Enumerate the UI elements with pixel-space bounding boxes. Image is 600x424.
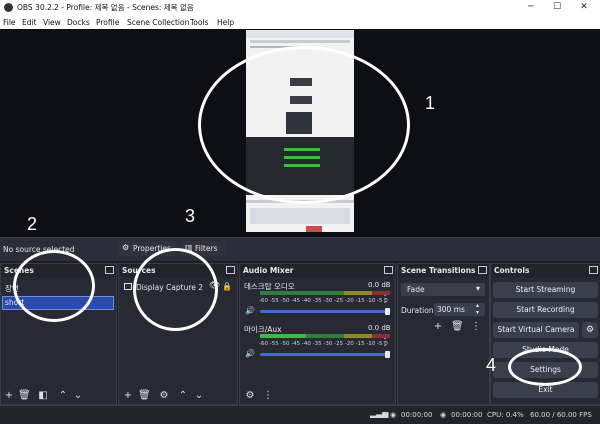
annotation-number: 2 <box>27 214 38 234</box>
source-toolbar: No source selected ⚙ Properties ▥ Filter… <box>0 237 600 261</box>
annotation-number: 1 <box>425 93 436 113</box>
add-icon[interactable]: + <box>122 390 134 402</box>
menu-docks[interactable]: Docks <box>67 18 90 27</box>
transition-select[interactable]: Fade ▾ <box>401 283 485 296</box>
stream-status-icon: ◉ <box>390 411 397 419</box>
more-options-icon[interactable]: ⋮ <box>379 294 391 306</box>
gear-icon[interactable]: ⚙ <box>158 390 170 402</box>
close-button[interactable]: ✕ <box>572 1 596 14</box>
transition-select-value: Fade <box>407 285 425 294</box>
more-options-icon[interactable]: ⋮ <box>379 337 391 349</box>
speaker-icon[interactable]: 🔊 <box>245 349 255 358</box>
volume-slider-knob[interactable] <box>385 351 390 358</box>
undock-icon[interactable] <box>478 266 487 274</box>
start-recording-button[interactable]: Start Recording <box>493 302 598 318</box>
meter-ticks: -60 -55 -50 -45 -40 -35 -30 -25 -20 -15 … <box>259 298 388 304</box>
record-time: 00:00:00 <box>451 411 483 419</box>
trash-icon[interactable]: 🗑 <box>138 390 151 402</box>
minimize-button[interactable]: ─ <box>519 1 543 14</box>
controls-title: Controls <box>494 266 530 275</box>
chevron-down-icon: ▾ <box>476 284 481 293</box>
gear-icon: ⚙ <box>122 243 130 252</box>
meter-ticks: -60 -55 -50 -45 -40 -35 -30 -25 -20 -15 … <box>259 341 388 347</box>
menu-file[interactable]: File <box>3 18 16 27</box>
move-up-icon[interactable]: ⌃ <box>57 390 69 402</box>
virtual-camera-gear-icon[interactable]: ⚙ <box>582 322 598 338</box>
duration-input[interactable]: 300 ms ▴ ▾ <box>434 302 485 316</box>
lock-icon[interactable]: 🔒 <box>222 282 232 291</box>
maximize-button[interactable]: ☐ <box>545 1 569 14</box>
channel-db: 0.0 dB <box>368 324 391 332</box>
annotation-number: 3 <box>185 206 196 226</box>
undock-icon[interactable] <box>105 266 114 274</box>
duration-label: Duration <box>401 306 434 315</box>
volume-slider[interactable] <box>260 310 388 313</box>
menu-profile[interactable]: Profile <box>96 18 119 27</box>
add-icon[interactable]: + <box>3 390 15 402</box>
audio-mixer-dock: Audio Mixer 데스크탑 오디오 0.0 dB -60 -55 -50 … <box>239 263 396 405</box>
record-status-icon: ◉ <box>440 411 447 419</box>
menu-edit[interactable]: Edit <box>22 18 37 27</box>
scene-transitions-dock: Scene Transitions Fade ▾ Duration 300 ms… <box>397 263 490 405</box>
volume-slider-knob[interactable] <box>385 308 390 315</box>
more-options-icon[interactable]: ⋮ <box>470 321 482 333</box>
volume-level-active <box>260 334 306 338</box>
filter-icon[interactable]: ◧ <box>37 390 49 402</box>
cpu-usage: CPU: 0.4% <box>487 411 524 419</box>
stream-time: 00:00:00 <box>401 411 433 419</box>
annotation-ring <box>198 46 410 204</box>
speaker-icon[interactable]: 🔊 <box>245 306 255 315</box>
monitor-icon <box>124 283 132 290</box>
annotation-ring <box>508 348 582 386</box>
add-icon[interactable]: + <box>432 321 444 333</box>
menu-view[interactable]: View <box>43 18 61 27</box>
start-streaming-button[interactable]: Start Streaming <box>493 282 598 298</box>
title-bar: OBS 30.2.2 - Profile: 제목 없음 - Scenes: 제목… <box>0 0 600 17</box>
undock-icon[interactable] <box>384 266 393 274</box>
menu-scene-collection[interactable]: Scene Collection <box>127 18 189 27</box>
duration-value: 300 ms <box>437 305 465 314</box>
volume-meter-yellow <box>344 291 372 295</box>
advanced-audio-gear-icon[interactable]: ⚙ <box>244 390 256 402</box>
move-down-icon[interactable]: ⌄ <box>193 390 205 402</box>
menu-tools[interactable]: Tools <box>190 18 208 27</box>
annotation-ring <box>133 248 218 331</box>
volume-meter-yellow <box>344 334 372 338</box>
channel-db: 0.0 dB <box>368 281 391 289</box>
undock-icon[interactable] <box>589 266 598 274</box>
more-options-icon[interactable]: ⋮ <box>262 390 274 402</box>
annotation-number: 4 <box>486 355 497 375</box>
stepper-icon[interactable]: ▴ ▾ <box>476 302 479 316</box>
menu-help[interactable]: Help <box>217 18 234 27</box>
window-title: OBS 30.2.2 - Profile: 제목 없음 - Scenes: 제목… <box>17 3 194 12</box>
undock-icon[interactable] <box>226 266 235 274</box>
menu-bar: File Edit View Docks Profile Scene Colle… <box>0 16 600 29</box>
network-signal-icon: ▂▃▅ <box>370 409 389 418</box>
audio-mixer-title: Audio Mixer <box>243 266 294 275</box>
status-bar: ▂▃▅ ◉ 00:00:00 ◉ 00:00:00 CPU: 0.4% 60.0… <box>0 405 600 424</box>
start-virtual-camera-button[interactable]: Start Virtual Camera <box>493 322 579 338</box>
trash-icon[interactable]: 🗑 <box>18 390 31 402</box>
volume-meter-green <box>260 291 344 295</box>
obs-logo-icon <box>4 3 13 12</box>
filters-label: Filters <box>195 244 218 253</box>
trash-icon[interactable]: 🗑 <box>451 321 464 333</box>
move-up-icon[interactable]: ⌃ <box>177 390 189 402</box>
scene-transitions-title: Scene Transitions <box>401 266 476 275</box>
volume-slider[interactable] <box>260 353 388 356</box>
annotation-ring <box>13 250 95 322</box>
move-down-icon[interactable]: ⌄ <box>72 390 84 402</box>
fps-readout: 60.00 / 60.00 FPS <box>530 411 592 419</box>
